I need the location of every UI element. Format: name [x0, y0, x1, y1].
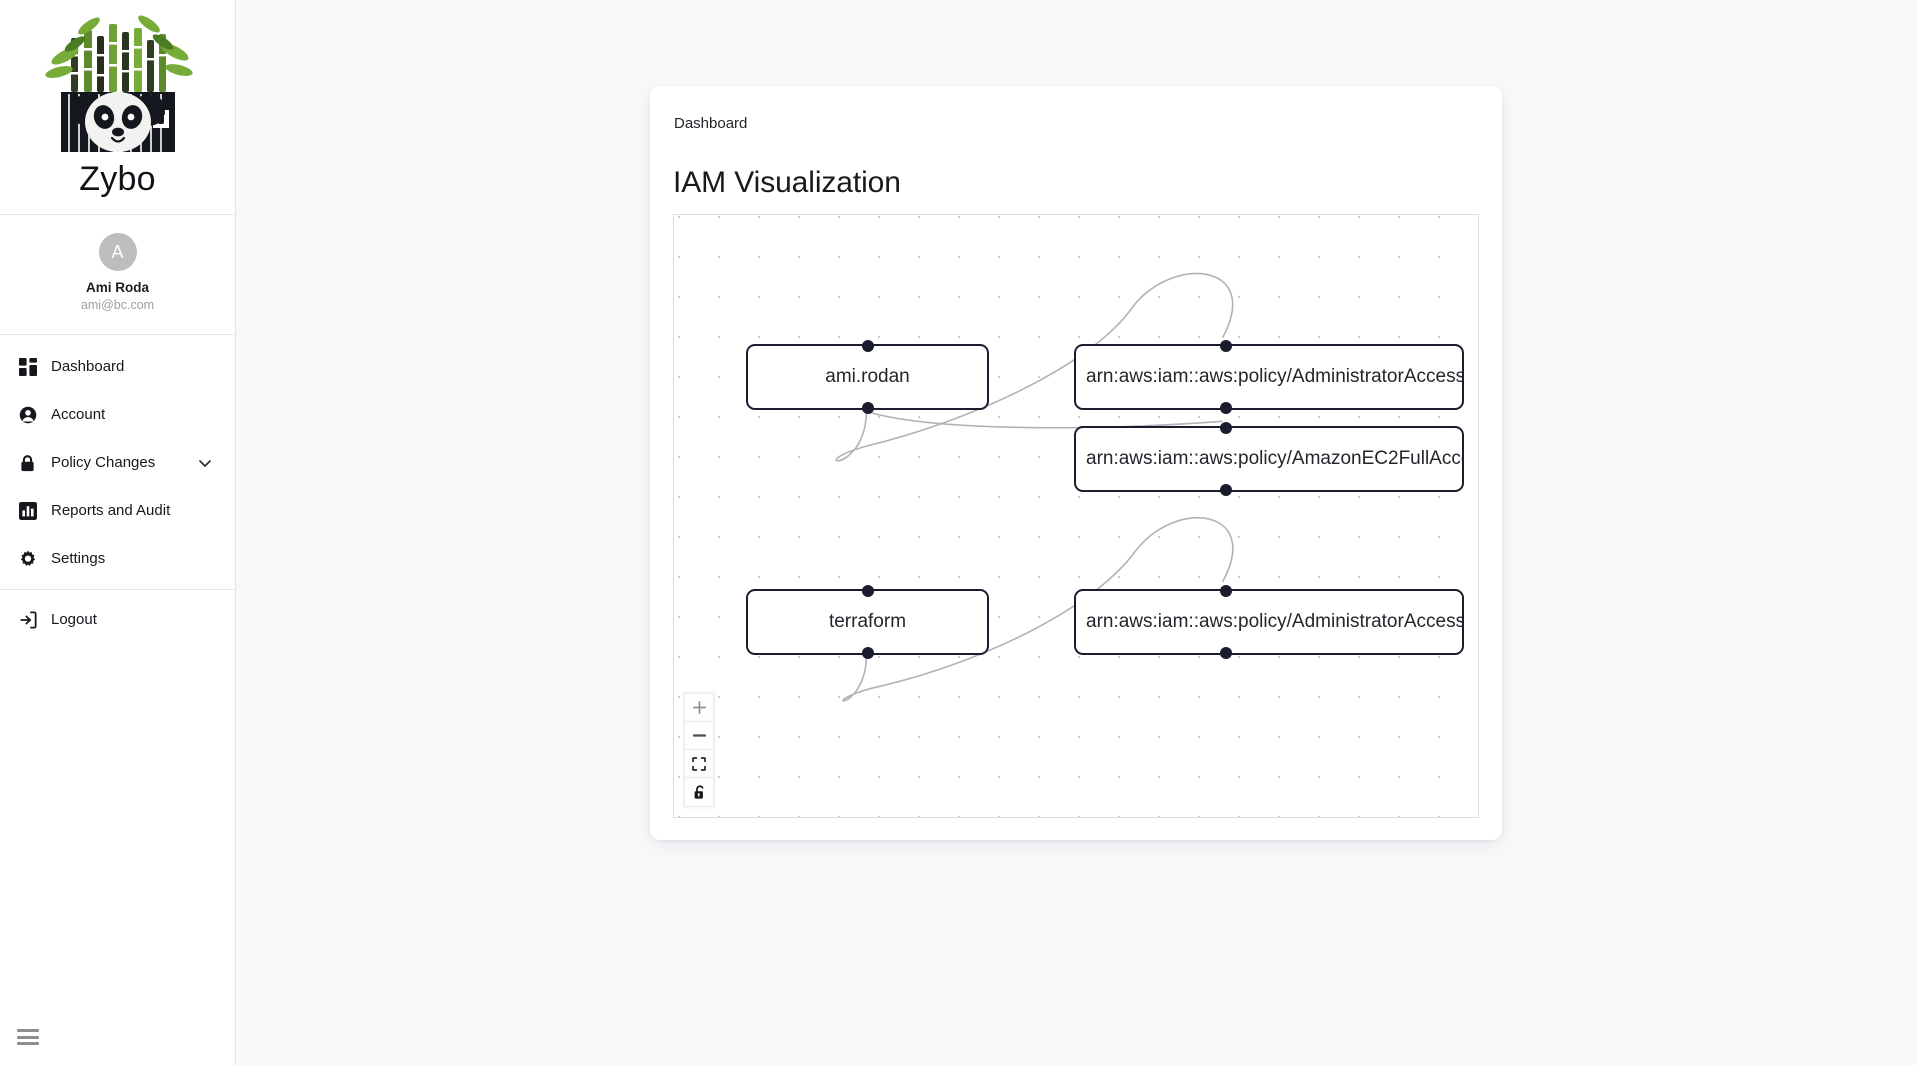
flow-node-label: arn:aws:iam::aws:policy/AdministratorAcc… [1086, 366, 1462, 387]
flow-canvas[interactable]: ami.rodan terraform arn:aws:iam::aws:pol… [673, 214, 1479, 818]
brand-name: Zybo [79, 160, 156, 198]
fit-view-button[interactable] [685, 750, 713, 778]
profile-email: ami@bc.com [80, 298, 155, 312]
node-handle-top[interactable] [1220, 585, 1232, 597]
sidebar-item-policy-changes[interactable]: Policy Changes [0, 439, 235, 487]
logout-icon [18, 611, 37, 630]
flow-node-policy[interactable]: arn:aws:iam::aws:policy/AmazonEC2FullAcc… [1074, 422, 1464, 496]
sidebar-item-label: Dashboard [51, 358, 125, 375]
flow-dot-grid [674, 215, 1478, 817]
sidebar-item-settings[interactable]: Settings [0, 535, 235, 583]
sidebar-item-dashboard[interactable]: Dashboard [0, 343, 235, 391]
sidebar-item-label: Logout [51, 611, 97, 628]
node-handle-top[interactable] [1220, 422, 1232, 434]
flow-node-principal[interactable]: ami.rodan [746, 340, 989, 414]
sidebar-item-label: Account [51, 406, 106, 423]
flow-node-policy[interactable]: arn:aws:iam::aws:policy/AdministratorAcc… [1074, 340, 1464, 414]
flow-node-label: arn:aws:iam::aws:policy/AdministratorAcc… [1086, 611, 1462, 632]
flow-controls [684, 693, 714, 807]
node-handle-bottom[interactable] [1220, 484, 1232, 496]
profile-name: Ami Roda [85, 280, 149, 295]
node-handle-bottom[interactable] [1220, 402, 1232, 414]
plus-icon [692, 701, 706, 714]
main-content: Dashboard IAM Visualization ami.rodan te… [236, 0, 1917, 1065]
flow-node-label: terraform [828, 611, 907, 632]
page-title: IAM Visualization [673, 166, 901, 200]
sidebar-item-account[interactable]: Account [0, 391, 235, 439]
sidebar-divider-logout [0, 589, 235, 590]
panda-bamboo-logo [28, 14, 207, 162]
avatar: A [98, 233, 137, 271]
sidebar-collapse-toggle[interactable] [17, 1029, 39, 1045]
app-root: Zybo A Ami Roda ami@bc.com Dashboard Acc… [0, 0, 1917, 1065]
flow-node-label: ami.rodan [825, 366, 910, 387]
lock-icon [18, 454, 37, 473]
node-handle-bottom[interactable] [1220, 647, 1232, 659]
fit-view-icon [692, 756, 706, 771]
toggle-interactivity-button[interactable] [685, 778, 713, 806]
breadcrumb[interactable]: Dashboard [674, 114, 747, 134]
chart-bar-icon [18, 502, 37, 521]
hamburger-bar [17, 1035, 39, 1039]
sidebar: Zybo A Ami Roda ami@bc.com Dashboard Acc… [0, 0, 236, 1065]
account-icon [18, 406, 37, 425]
hamburger-bar [17, 1029, 39, 1032]
gear-icon [18, 550, 37, 569]
zoom-in-button[interactable] [685, 694, 713, 722]
node-handle-top[interactable] [861, 340, 874, 352]
sidebar-item-reports-and-audit[interactable]: Reports and Audit [0, 487, 235, 535]
chevron-down-icon[interactable] [197, 455, 213, 471]
sidebar-item-label: Policy Changes [51, 454, 156, 471]
hamburger-bar [17, 1042, 39, 1045]
flow-node-label: arn:aws:iam::aws:policy/AmazonEC2FullAcc… [1086, 448, 1462, 469]
node-handle-bottom[interactable] [861, 402, 874, 414]
brand: Zybo [0, 0, 235, 214]
node-handle-top[interactable] [861, 585, 874, 597]
node-handle-top[interactable] [1220, 340, 1232, 352]
iam-visualization-card: Dashboard IAM Visualization ami.rodan te… [650, 86, 1502, 840]
profile-block: A Ami Roda ami@bc.com [0, 215, 235, 334]
sidebar-item-label: Settings [51, 550, 106, 567]
sidebar-item-label: Reports and Audit [51, 502, 171, 519]
minus-icon [692, 729, 706, 742]
sidebar-item-logout[interactable]: Logout [0, 596, 235, 644]
flow-node-principal[interactable]: terraform [746, 585, 989, 659]
unlock-icon [693, 784, 706, 800]
dashboard-icon [18, 358, 37, 377]
flow-node-policy[interactable]: arn:aws:iam::aws:policy/AdministratorAcc… [1074, 585, 1464, 659]
node-handle-bottom[interactable] [861, 647, 874, 659]
zoom-out-button[interactable] [685, 722, 713, 750]
sidebar-nav: Dashboard Account Policy Changes Reports… [0, 335, 235, 644]
